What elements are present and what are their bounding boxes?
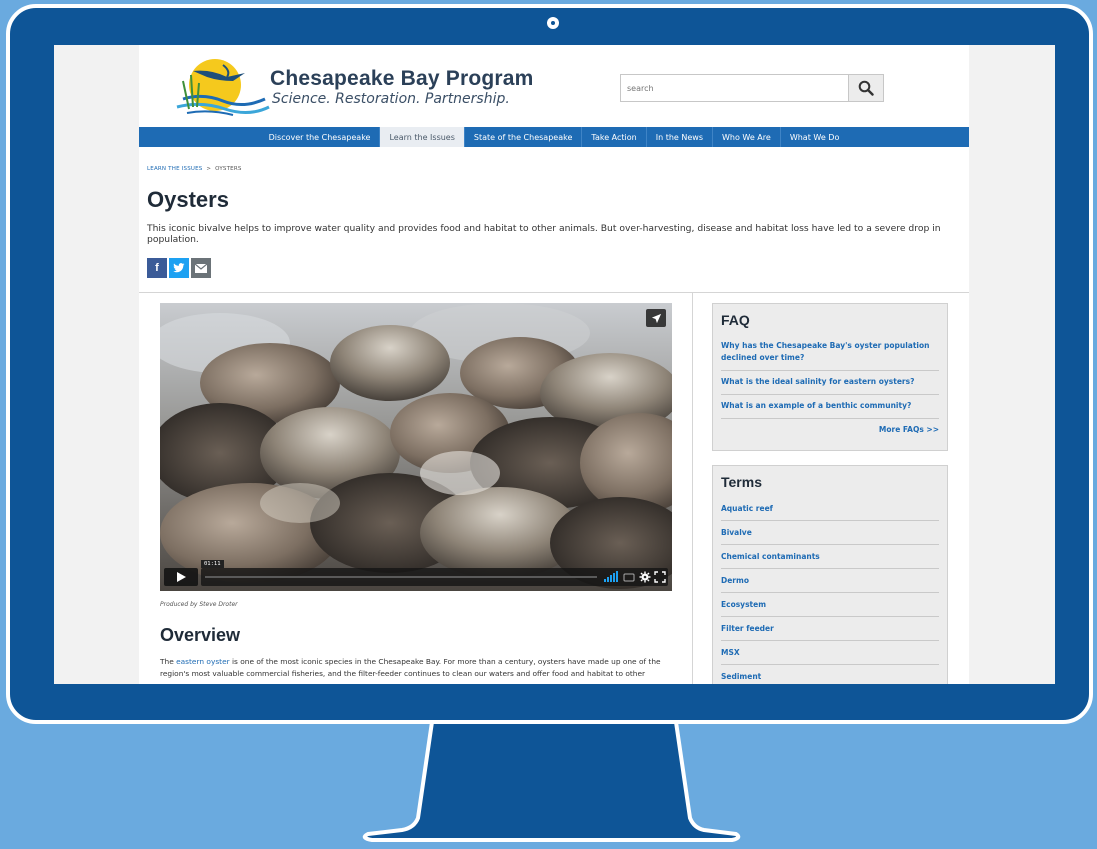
term-item[interactable]: Filter feeder bbox=[721, 623, 939, 635]
terms-panel: Terms Aquatic reef Bivalve Chemical cont… bbox=[712, 465, 948, 684]
overview-title: Overview bbox=[160, 625, 241, 645]
page-title: Oysters bbox=[147, 187, 229, 212]
video-control-bar bbox=[201, 568, 668, 586]
faq-item[interactable]: What is an example of a benthic communit… bbox=[721, 400, 939, 412]
faq-separator bbox=[721, 394, 939, 395]
video-player[interactable]: 01:11 bbox=[160, 303, 672, 591]
nav-state-of-the-chesapeake[interactable]: State of the Chesapeake bbox=[465, 127, 583, 147]
oysters-video-frame bbox=[160, 303, 672, 591]
nav-take-action[interactable]: Take Action bbox=[582, 127, 647, 147]
search-icon bbox=[858, 80, 874, 96]
captions-icon[interactable] bbox=[623, 571, 635, 583]
share-buttons: f bbox=[147, 258, 211, 278]
web-page: Chesapeake Bay Program Science. Restorat… bbox=[139, 45, 969, 684]
nav-learn-the-issues[interactable]: Learn the Issues bbox=[380, 127, 465, 147]
term-item[interactable]: Sediment bbox=[721, 671, 939, 683]
video-controls: 01:11 bbox=[164, 560, 668, 586]
terms-title: Terms bbox=[721, 474, 762, 490]
term-item[interactable]: MSX bbox=[721, 647, 939, 659]
breadcrumb-learn-the-issues[interactable]: LEARN THE ISSUES bbox=[147, 166, 203, 172]
term-separator bbox=[721, 664, 939, 665]
breadcrumb-current: OYSTERS bbox=[215, 166, 242, 172]
share-video-button[interactable] bbox=[646, 309, 666, 327]
site-title[interactable]: Chesapeake Bay Program bbox=[270, 67, 534, 91]
column-divider bbox=[692, 293, 693, 684]
search-input[interactable] bbox=[621, 75, 859, 101]
play-icon bbox=[177, 572, 186, 582]
browser-screen: Chesapeake Bay Program Science. Restorat… bbox=[54, 45, 1055, 684]
term-item[interactable]: Ecosystem bbox=[721, 599, 939, 611]
facebook-icon: f bbox=[155, 262, 159, 274]
term-separator bbox=[721, 544, 939, 545]
page-intro: This iconic bivalve helps to improve wat… bbox=[147, 223, 941, 245]
twitter-share-button[interactable] bbox=[169, 258, 189, 278]
paper-plane-icon bbox=[651, 313, 661, 323]
site-tagline: Science. Restoration. Partnership. bbox=[272, 91, 510, 107]
settings-gear-icon[interactable] bbox=[639, 571, 651, 583]
envelope-icon bbox=[195, 263, 207, 273]
faq-separator bbox=[721, 370, 939, 371]
video-caption: Produced by Steve Droter bbox=[160, 601, 238, 608]
term-separator bbox=[721, 592, 939, 593]
term-item[interactable]: Chemical contaminants bbox=[721, 551, 939, 563]
facebook-share-button[interactable]: f bbox=[147, 258, 167, 278]
search-box bbox=[620, 74, 884, 102]
term-item[interactable]: Bivalve bbox=[721, 527, 939, 539]
video-time: 01:11 bbox=[201, 560, 224, 568]
term-item[interactable]: Aquatic reef bbox=[721, 503, 939, 515]
overview-text-rest: is one of the most iconic species in the… bbox=[160, 657, 661, 678]
fullscreen-icon[interactable] bbox=[654, 571, 666, 583]
faq-panel: FAQ Why has the Chesapeake Bay's oyster … bbox=[712, 303, 948, 451]
twitter-icon bbox=[173, 263, 185, 273]
term-separator bbox=[721, 640, 939, 641]
nav-discover-the-chesapeake[interactable]: Discover the Chesapeake bbox=[260, 127, 381, 147]
faq-title: FAQ bbox=[721, 312, 750, 328]
video-progress-bar[interactable] bbox=[205, 576, 597, 578]
more-faqs-link[interactable]: More FAQs >> bbox=[879, 425, 939, 434]
term-separator bbox=[721, 520, 939, 521]
nav-who-we-are[interactable]: Who We Are bbox=[713, 127, 781, 147]
header-divider bbox=[139, 292, 969, 293]
play-button[interactable] bbox=[164, 568, 198, 586]
eastern-oyster-link[interactable]: eastern oyster bbox=[176, 657, 230, 666]
faq-item[interactable]: What is the ideal salinity for eastern o… bbox=[721, 376, 939, 388]
overview-text-start: The bbox=[160, 657, 177, 666]
volume-icon[interactable] bbox=[603, 571, 619, 583]
faq-separator bbox=[721, 418, 939, 419]
search-button[interactable] bbox=[848, 75, 883, 101]
nav-what-we-do[interactable]: What We Do bbox=[781, 127, 849, 147]
chesapeake-logo[interactable] bbox=[153, 51, 273, 121]
faq-item[interactable]: Why has the Chesapeake Bay's oyster popu… bbox=[721, 340, 939, 364]
term-separator bbox=[721, 616, 939, 617]
camera-icon bbox=[547, 17, 559, 29]
overview-text: The eastern oyster is one of the most ic… bbox=[160, 656, 680, 680]
main-nav: Discover the Chesapeake Learn the Issues… bbox=[139, 127, 969, 147]
email-share-button[interactable] bbox=[191, 258, 211, 278]
nav-in-the-news[interactable]: In the News bbox=[647, 127, 713, 147]
term-item[interactable]: Dermo bbox=[721, 575, 939, 587]
term-separator bbox=[721, 568, 939, 569]
breadcrumb: LEARN THE ISSUES > OYSTERS bbox=[147, 166, 242, 172]
breadcrumb-separator: > bbox=[206, 166, 212, 172]
